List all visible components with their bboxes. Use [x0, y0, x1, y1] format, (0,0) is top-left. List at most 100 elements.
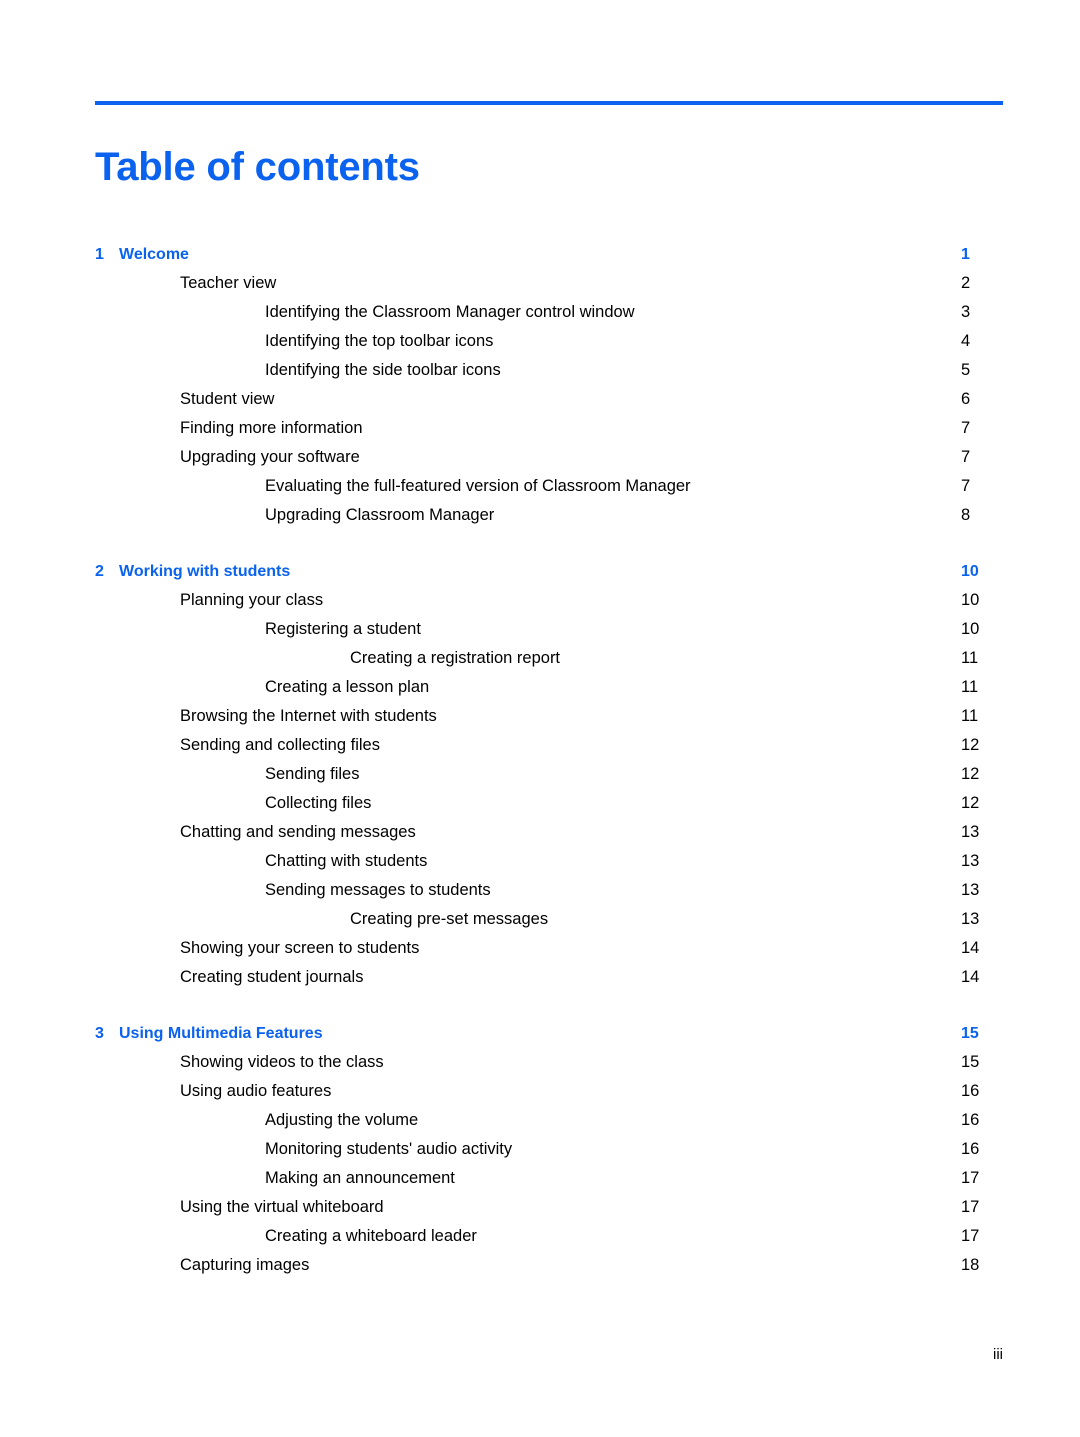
toc-dot-leader	[420, 842, 952, 843]
toc-dot-leader	[388, 1072, 952, 1073]
toc-entry[interactable]: Creating pre-set messages 13	[95, 905, 1003, 934]
toc-entry[interactable]: Upgrading your software 7	[95, 443, 1003, 472]
toc-entry[interactable]: Sending files 12	[95, 760, 1003, 789]
toc-entry[interactable]: Planning your class 10	[95, 586, 1003, 615]
toc-page-number: 15	[961, 1053, 980, 1071]
toc-entry-label: Creating student journals	[180, 968, 364, 986]
toc-entry[interactable]: Sending messages to students 13	[95, 876, 1003, 905]
toc-entry-label: Working with students	[119, 563, 291, 580]
toc-dot-leader	[432, 871, 952, 872]
toc-dot-leader	[364, 784, 952, 785]
toc-entry-label: Creating a whiteboard leader	[265, 1227, 477, 1245]
toc-dot-leader	[336, 1101, 952, 1102]
toc-entry-label: Sending messages to students	[265, 881, 491, 899]
toc-dot-leader	[384, 755, 952, 756]
toc-entry-label: Creating pre-set messages	[350, 910, 549, 928]
toc-dot-leader	[368, 987, 952, 988]
toc-dot-leader	[328, 610, 952, 611]
toc-entry[interactable]: Capturing images 18	[95, 1251, 1003, 1280]
toc-chapter-entry[interactable]: 2 Working with students 10	[95, 557, 1003, 586]
title-rule	[95, 101, 1003, 105]
toc-dot-leader	[423, 1130, 952, 1131]
toc-page-number: 13	[961, 852, 980, 870]
toc-entry-label: Sending files	[265, 765, 360, 783]
toc-chapter-entry[interactable]: 3 Using Multimedia Features 15	[95, 1019, 1003, 1048]
toc-page-number: 10	[961, 591, 980, 609]
toc-entry[interactable]: Showing your screen to students 14	[95, 934, 1003, 963]
toc-chapter-number: 3	[95, 1025, 104, 1042]
toc-entry[interactable]: Using the virtual whiteboard 17	[95, 1193, 1003, 1222]
toc-dot-leader	[498, 351, 952, 352]
toc-page-number: 17	[961, 1227, 980, 1245]
toc-entry[interactable]: Creating a lesson plan 11	[95, 673, 1003, 702]
toc-entry-label: Using Multimedia Features	[119, 1025, 323, 1042]
toc-page-number: 11	[961, 649, 979, 667]
toc-dot-leader	[193, 263, 952, 264]
toc-entry-label: Making an announcement	[265, 1169, 455, 1187]
toc-page-number: 1	[961, 246, 970, 263]
toc-entry[interactable]: Creating student journals 14	[95, 963, 1003, 992]
toc-dot-leader	[364, 467, 952, 468]
toc-page-number: 8	[961, 506, 971, 524]
toc-entry[interactable]: Upgrading Classroom Manager 8	[95, 501, 1003, 530]
toc-entry-label: Creating a registration report	[350, 649, 561, 667]
toc-dot-leader	[695, 496, 952, 497]
toc-entry-label: Upgrading your software	[180, 448, 360, 466]
toc-entry-label: Identifying the top toolbar icons	[265, 332, 494, 350]
toc-page-number: 16	[961, 1082, 980, 1100]
toc-entry[interactable]: Adjusting the volume 16	[95, 1106, 1003, 1135]
toc-dot-leader	[314, 1275, 952, 1276]
toc-page-number: 16	[961, 1111, 980, 1129]
toc-entry[interactable]: Using audio features 16	[95, 1077, 1003, 1106]
toc-dot-leader	[499, 525, 952, 526]
toc-entry[interactable]: Creating a registration report 11	[95, 644, 1003, 673]
toc-dot-leader	[388, 1217, 952, 1218]
toc-page-number: 13	[961, 881, 980, 899]
toc-page-number: 13	[961, 823, 980, 841]
toc-entry-label: Collecting files	[265, 794, 372, 812]
toc-entry[interactable]: Creating a whiteboard leader 17	[95, 1222, 1003, 1251]
toc-entry-label: Using the virtual whiteboard	[180, 1198, 384, 1216]
toc-entry[interactable]: Finding more information 7	[95, 414, 1003, 443]
toc-entry[interactable]: Making an announcement 17	[95, 1164, 1003, 1193]
toc-entry[interactable]: Monitoring students' audio activity 16	[95, 1135, 1003, 1164]
toc-dot-leader	[481, 1246, 952, 1247]
toc-page-number: 17	[961, 1169, 980, 1187]
toc-dot-leader	[517, 1159, 952, 1160]
toc-entry[interactable]: Registering a student 10	[95, 615, 1003, 644]
toc-page-number: 12	[961, 765, 980, 783]
toc-page-number: 11	[961, 678, 979, 696]
toc-entry-label: Capturing images	[180, 1256, 310, 1274]
toc-chapter-entry[interactable]: 1 Welcome 1	[95, 240, 1003, 269]
toc-entry[interactable]: Showing videos to the class 15	[95, 1048, 1003, 1077]
toc-page-number: 13	[961, 910, 980, 928]
toc-entry-label: Adjusting the volume	[265, 1111, 419, 1129]
toc-dot-leader	[295, 580, 952, 581]
toc-entry[interactable]: Chatting with students 13	[95, 847, 1003, 876]
toc-page-number: 14	[961, 968, 980, 986]
toc-entry-label: Registering a student	[265, 620, 421, 638]
toc-dot-leader	[327, 1042, 952, 1043]
toc-dot-leader	[424, 958, 952, 959]
toc-entry[interactable]: Sending and collecting files 12	[95, 731, 1003, 760]
toc-entry[interactable]: Identifying the side toolbar icons 5	[95, 356, 1003, 385]
toc-entry[interactable]: Collecting files 12	[95, 789, 1003, 818]
page-folio: iii	[993, 1346, 1003, 1363]
toc-entry-label: Welcome	[119, 246, 189, 263]
toc-entry[interactable]: Browsing the Internet with students 11	[95, 702, 1003, 731]
toc-entry[interactable]: Evaluating the full-featured version of …	[95, 472, 1003, 501]
toc-entry-label: Monitoring students' audio activity	[265, 1140, 513, 1158]
toc-entry-label: Chatting and sending messages	[180, 823, 416, 841]
toc-entry[interactable]: Identifying the top toolbar icons 4	[95, 327, 1003, 356]
toc-dot-leader	[565, 668, 952, 669]
toc-page-number: 2	[961, 274, 971, 292]
toc-entry[interactable]: Identifying the Classroom Manager contro…	[95, 298, 1003, 327]
toc-entry-label: Upgrading Classroom Manager	[265, 506, 495, 524]
toc-entry[interactable]: Chatting and sending messages 13	[95, 818, 1003, 847]
toc-entry[interactable]: Student view 6	[95, 385, 1003, 414]
toc-page-number: 18	[961, 1256, 980, 1274]
toc-page-number: 5	[961, 361, 971, 379]
toc-dot-leader	[281, 293, 952, 294]
toc-entry-label: Identifying the side toolbar icons	[265, 361, 501, 379]
toc-entry[interactable]: Teacher view 2	[95, 269, 1003, 298]
